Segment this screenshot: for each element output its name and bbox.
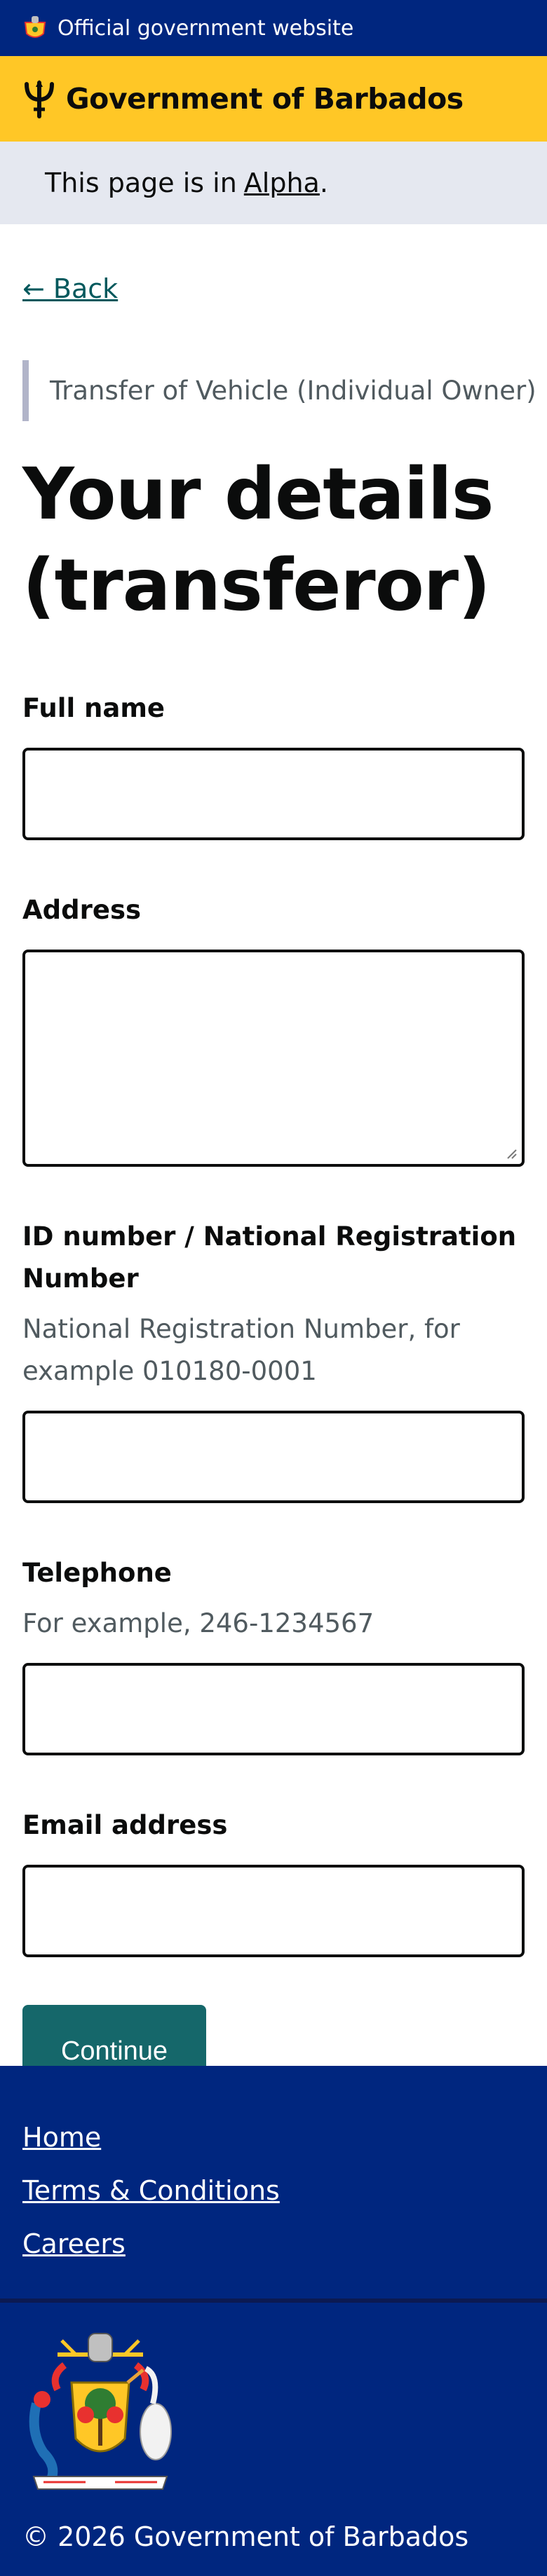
id-number-input[interactable]: [22, 1411, 525, 1503]
phase-banner-suffix: .: [319, 167, 328, 198]
footer-bottom: © 2026 Government of Barbados: [0, 2303, 547, 2576]
trident-icon: [25, 80, 54, 118]
main-content: ← Back Transfer of Vehicle (Individual O…: [0, 224, 547, 2097]
footer-link-careers[interactable]: Careers: [22, 2217, 525, 2270]
full-name-input[interactable]: [22, 748, 525, 840]
id-number-hint: National Registration Number, for exampl…: [22, 1314, 460, 1386]
address-group: Address: [22, 889, 525, 1167]
barbados-crest-icon: [24, 16, 46, 38]
official-banner: Official government website: [0, 0, 547, 56]
copyright: © 2026 Government of Barbados: [22, 2521, 469, 2552]
resize-grip-icon[interactable]: [504, 1146, 518, 1160]
page-title: Your details (transferor): [22, 453, 494, 627]
telephone-group: Telephone For example, 246-1234567: [22, 1552, 525, 1755]
email-group: Email address: [22, 1804, 525, 1957]
back-link[interactable]: ← Back: [22, 273, 118, 304]
telephone-input[interactable]: [22, 1663, 525, 1755]
footer-links: Home Terms & Conditions Careers: [0, 2066, 547, 2298]
id-number-label: ID number / National Registration Number: [22, 1221, 517, 1294]
full-name-label: Full name: [22, 693, 165, 723]
id-number-group: ID number / National Registration Number…: [22, 1216, 525, 1503]
footer-link-terms[interactable]: Terms & Conditions: [22, 2164, 525, 2217]
email-label: Email address: [22, 1810, 228, 1840]
address-textarea[interactable]: [22, 950, 525, 1167]
email-input[interactable]: [22, 1865, 525, 1957]
full-name-group: Full name: [22, 687, 525, 840]
official-banner-text: Official government website: [58, 15, 354, 41]
coat-of-arms-icon: [29, 2333, 172, 2490]
telephone-label: Telephone: [22, 1558, 172, 1588]
page-caption: Transfer of Vehicle (Individual Owner): [50, 376, 536, 406]
telephone-hint: For example, 246-1234567: [22, 1608, 374, 1638]
brand-home-link[interactable]: Government of Barbados: [66, 82, 464, 116]
header: Government of Barbados: [0, 56, 547, 142]
footer: Home Terms & Conditions Careers © 2026 G…: [0, 2066, 547, 2576]
phase-tag-link[interactable]: Alpha: [244, 167, 320, 198]
address-label: Address: [22, 895, 141, 925]
caption-block: Transfer of Vehicle (Individual Owner): [22, 360, 536, 421]
phase-banner-prefix: This page is in: [45, 167, 237, 198]
footer-link-home[interactable]: Home: [22, 2111, 525, 2164]
phase-banner: This page is in Alpha.: [0, 142, 547, 224]
